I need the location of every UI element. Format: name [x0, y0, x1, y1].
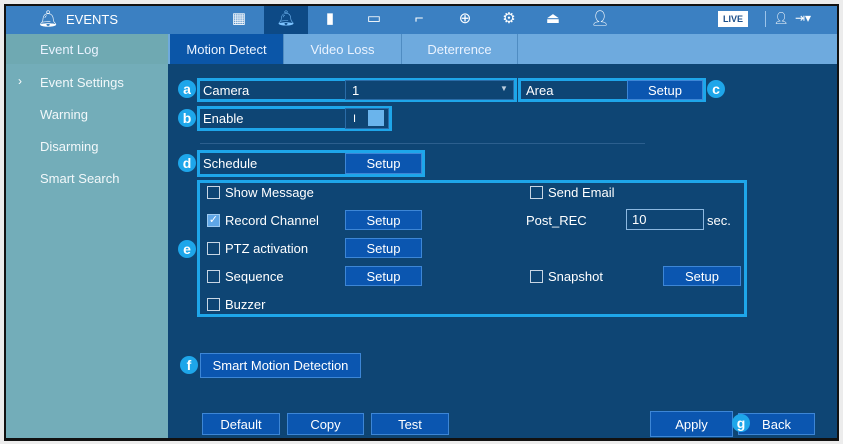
record-channel-checkbox[interactable]: ✓ [207, 214, 220, 227]
tab-deterrence[interactable]: Deterrence [402, 34, 518, 64]
sidebar-item-disarming[interactable]: Disarming [6, 132, 168, 160]
live-button[interactable]: LIVE [718, 11, 748, 27]
smart-motion-detection-button[interactable]: Smart Motion Detection [200, 353, 361, 378]
record-channel-label: Record Channel [225, 212, 319, 228]
copy-button[interactable]: Copy [287, 413, 364, 435]
network-icon[interactable]: ⊕ [454, 8, 476, 28]
display-icon[interactable]: ▭ [363, 8, 385, 28]
sidebar-item-warning[interactable]: Warning [6, 100, 168, 128]
callout-f: f [180, 356, 198, 374]
callout-b: b [178, 109, 196, 127]
post-rec-input[interactable]: 10 [626, 209, 704, 230]
enable-label: Enable [203, 110, 244, 126]
show-message-label: Show Message [225, 184, 314, 200]
logout-icon[interactable]: ⇥▾ [792, 8, 814, 28]
sidebar-item-smart-search[interactable]: Smart Search [6, 164, 168, 192]
buzzer-checkbox[interactable] [207, 298, 220, 311]
area-label: Area [526, 82, 554, 98]
page-title: EVENTS [66, 11, 119, 27]
backup-icon[interactable]: ⏏ [542, 8, 564, 28]
tab-event-log[interactable]: Event Log [6, 34, 168, 64]
settings-gears-icon[interactable]: ⚙ [498, 8, 520, 28]
chevron-down-icon: ▼ [500, 84, 508, 93]
tab-video-loss[interactable]: Video Loss [284, 34, 402, 64]
snapshot-label: Snapshot [548, 268, 603, 284]
area-setup-button[interactable]: Setup [627, 80, 703, 100]
post-rec-label: Post_REC [526, 212, 587, 228]
sequence-setup-button[interactable]: Setup [345, 266, 422, 286]
callout-d: d [178, 154, 196, 172]
send-email-checkbox[interactable] [530, 186, 543, 199]
callout-c: c [707, 80, 725, 98]
snapshot-checkbox[interactable] [530, 270, 543, 283]
separator [200, 143, 645, 144]
camera-icon[interactable]: ⌐ [408, 8, 430, 28]
callout-a: a [178, 80, 196, 98]
tab-motion-detect[interactable]: Motion Detect [170, 34, 284, 64]
camera-label: Camera [203, 82, 250, 98]
snapshot-setup-button[interactable]: Setup [663, 266, 741, 286]
divider [765, 11, 766, 27]
schedule-label: Schedule [203, 155, 258, 171]
post-rec-unit: sec. [707, 212, 731, 228]
playback-icon[interactable]: ▦ [228, 8, 250, 28]
ptz-checkbox[interactable] [207, 242, 220, 255]
enable-value: I [353, 113, 357, 125]
ptz-label: PTZ activation [225, 240, 309, 256]
default-button[interactable]: Default [202, 413, 280, 435]
sequence-label: Sequence [225, 268, 284, 284]
events-bell-icon[interactable]: 🔔︎ [275, 8, 297, 28]
bell-icon: 🔔︎ [37, 11, 59, 28]
user-icon[interactable]: 👤︎ [589, 8, 611, 28]
ptz-setup-button[interactable]: Setup [345, 238, 422, 258]
apply-button[interactable]: Apply [650, 411, 733, 437]
schedule-setup-button[interactable]: Setup [345, 153, 422, 174]
show-message-checkbox[interactable] [207, 186, 220, 199]
send-email-label: Send Email [548, 184, 615, 200]
test-button[interactable]: Test [371, 413, 449, 435]
account-icon[interactable]: 👤︎ [770, 8, 792, 28]
toggle-knob [368, 110, 384, 126]
callout-e: e [178, 240, 196, 258]
sequence-checkbox[interactable] [207, 270, 220, 283]
camera-select[interactable] [345, 80, 514, 100]
storage-icon[interactable]: ▮ [319, 8, 341, 28]
camera-value: 1 [352, 82, 360, 98]
record-channel-setup-button[interactable]: Setup [345, 210, 422, 230]
sidebar-item-event-settings[interactable]: Event Settings [6, 68, 168, 96]
buzzer-label: Buzzer [225, 296, 266, 312]
callout-g: g [732, 414, 750, 432]
